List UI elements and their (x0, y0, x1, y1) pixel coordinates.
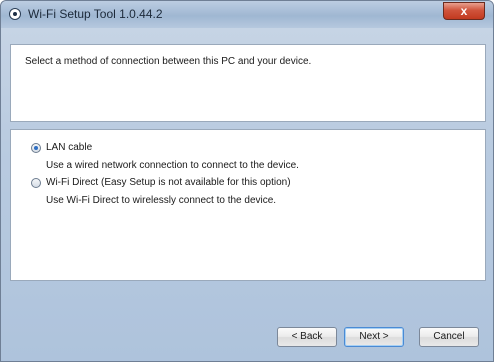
back-button[interactable]: < Back (277, 327, 337, 347)
options-panel: LAN cable Use a wired network connection… (10, 129, 486, 281)
next-button[interactable]: Next > (344, 327, 404, 347)
setup-window: Wi-Fi Setup Tool 1.0.44.2 x Select a met… (0, 0, 494, 362)
option-lan-cable[interactable]: LAN cable (31, 142, 92, 153)
option-wifi-direct[interactable]: Wi-Fi Direct (Easy Setup is not availabl… (31, 177, 291, 188)
option-description: Use a wired network connection to connec… (46, 160, 299, 171)
radio-lan-cable[interactable] (31, 142, 41, 153)
option-description: Use Wi-Fi Direct to wirelessly connect t… (46, 195, 277, 206)
cancel-button[interactable]: Cancel (419, 327, 479, 347)
app-icon (9, 8, 21, 20)
title-bar[interactable]: Wi-Fi Setup Tool 1.0.44.2 x (1, 1, 493, 28)
radio-wifi-direct[interactable] (31, 177, 41, 188)
window-title: Wi-Fi Setup Tool 1.0.44.2 (28, 7, 163, 21)
close-button[interactable]: x (443, 2, 485, 20)
option-label[interactable]: LAN cable (46, 142, 92, 153)
instruction-panel: Select a method of connection between th… (10, 44, 486, 122)
instruction-text: Select a method of connection between th… (25, 56, 312, 67)
option-label[interactable]: Wi-Fi Direct (Easy Setup is not availabl… (46, 177, 291, 188)
